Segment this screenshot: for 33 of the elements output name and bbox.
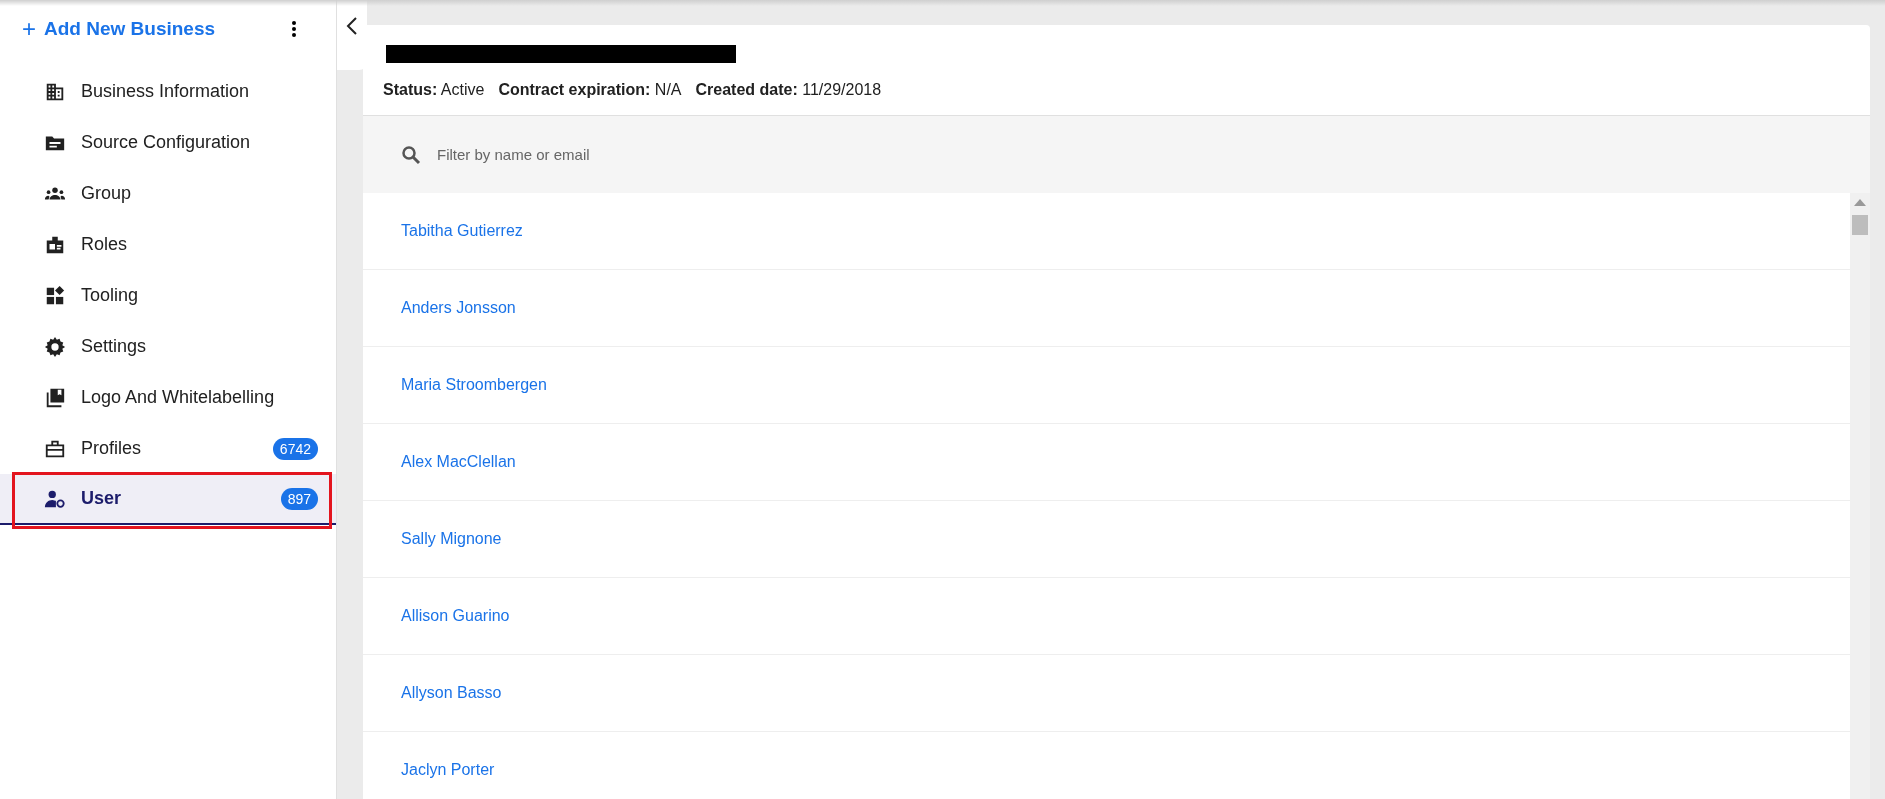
sidebar-item[interactable]: Group	[0, 168, 336, 219]
sidebar-item[interactable]: Source Configuration	[0, 117, 336, 168]
scrollbar[interactable]	[1850, 193, 1870, 799]
sidebar-item[interactable]: Business Information	[0, 66, 336, 117]
chevron-left-icon	[345, 16, 359, 36]
user-row[interactable]: Allison Guarino	[363, 578, 1850, 655]
user-row[interactable]: Allyson Basso	[363, 655, 1850, 732]
arrow-up-icon[interactable]	[1854, 199, 1866, 206]
meta-text: Status: Active	[383, 81, 485, 99]
sidebar-item[interactable]: Tooling	[0, 270, 336, 321]
sidebar-item[interactable]: Logo And Whitelabelling	[0, 372, 336, 423]
search-field[interactable]: Filter by name or email	[363, 116, 1870, 193]
meta-text: Created date: 11/29/2018	[695, 81, 882, 99]
widgets-icon	[44, 284, 66, 307]
user-row[interactable]: Tabitha Gutierrez	[363, 193, 1850, 270]
sidebar-item[interactable]: Roles	[0, 219, 336, 270]
user-row[interactable]: Maria Stroombergen	[363, 347, 1850, 424]
scrollbar-thumb[interactable]	[1852, 215, 1868, 235]
more-options-icon[interactable]	[292, 21, 296, 37]
count-badge: 897	[280, 487, 318, 510]
search-icon	[401, 144, 421, 165]
user-row[interactable]: Anders Jonsson	[363, 270, 1850, 347]
sidebar-item[interactable]: Profiles 6742	[0, 423, 336, 474]
sidebar-item[interactable]: Settings	[0, 321, 336, 372]
library-icon	[44, 386, 66, 409]
meta-text: Contract expiration: N/A	[498, 81, 682, 99]
user-row[interactable]: Alex MacClellan	[363, 424, 1850, 501]
collapse-button[interactable]	[337, 0, 367, 70]
user-row[interactable]: Sally Mignone	[363, 501, 1850, 578]
filter-input[interactable]: Filter by name or email	[435, 133, 1832, 176]
count-badge: 6742	[272, 437, 318, 460]
gear-icon	[44, 335, 66, 358]
add-new-business-button[interactable]: + Add New Business	[22, 17, 216, 41]
